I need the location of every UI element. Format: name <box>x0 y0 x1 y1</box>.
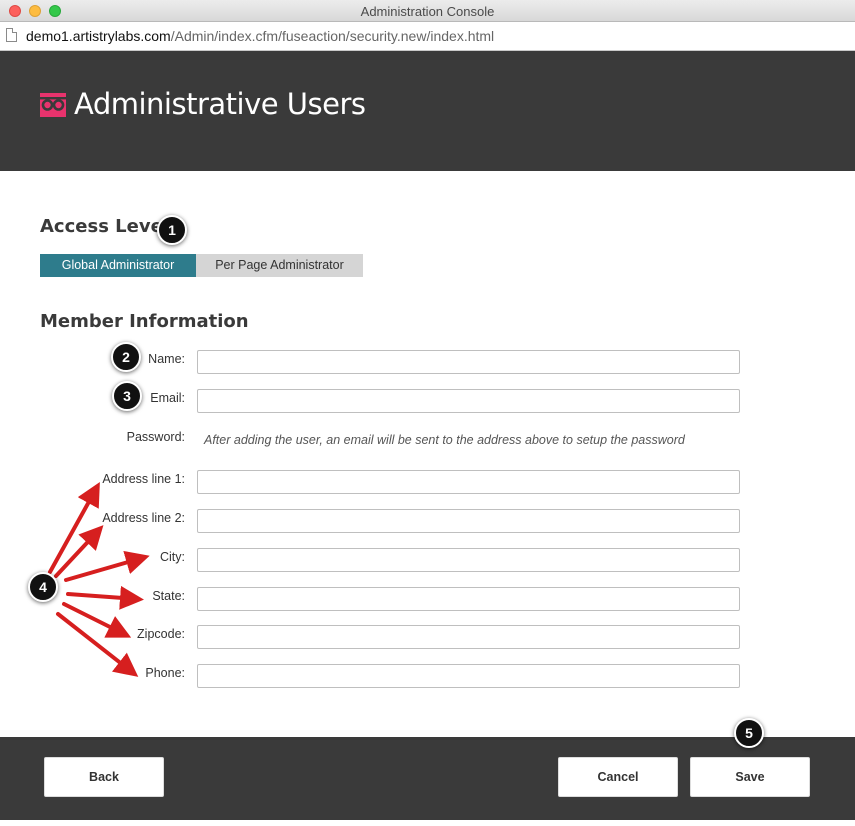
address-line-2-field[interactable] <box>197 509 740 533</box>
state-field[interactable] <box>197 587 740 611</box>
address-line-2-label: Address line 2: <box>102 511 185 525</box>
member-information-heading: Member Information <box>40 311 249 332</box>
back-button[interactable]: Back <box>44 757 164 797</box>
page-title: Administrative Users <box>74 87 366 121</box>
city-label: City: <box>160 550 185 564</box>
name-label: Name: <box>148 352 185 366</box>
cancel-button[interactable]: Cancel <box>558 757 678 797</box>
global-administrator-option[interactable]: Global Administrator <box>40 254 196 277</box>
phone-field[interactable] <box>197 664 740 688</box>
city-field[interactable] <box>197 548 740 572</box>
address-line-1-field[interactable] <box>197 470 740 494</box>
page-icon <box>6 28 17 42</box>
app-header: Administrative Users <box>0 51 855 171</box>
password-note: After adding the user, an email will be … <box>204 433 685 447</box>
bottom-edge <box>0 820 855 826</box>
window-title: Administration Console <box>360 4 495 19</box>
callout-3: 3 <box>112 381 142 411</box>
url-path: /Admin/index.cfm/fuseaction/security.new… <box>170 28 495 44</box>
password-label: Password: <box>126 430 185 444</box>
email-field[interactable] <box>197 389 740 413</box>
callout-1: 1 <box>157 215 187 245</box>
url-text[interactable]: demo1.artistrylabs.com/Admin/index.cfm/f… <box>26 28 494 44</box>
name-field[interactable] <box>197 350 740 374</box>
address-bar[interactable]: demo1.artistrylabs.com/Admin/index.cfm/f… <box>0 22 855 51</box>
per-page-administrator-option[interactable]: Per Page Administrator <box>196 254 363 277</box>
zipcode-label: Zipcode: <box>137 627 185 641</box>
arrow-to-phone <box>56 612 139 677</box>
link-infinity-icon <box>40 93 66 117</box>
access-level-heading: Access Level <box>40 216 169 237</box>
phone-label: Phone: <box>145 666 185 680</box>
email-label: Email: <box>150 391 185 405</box>
callout-5: 5 <box>734 718 764 748</box>
window-titlebar: Administration Console <box>0 0 855 22</box>
save-button[interactable]: Save <box>690 757 810 797</box>
callout-2: 2 <box>111 342 141 372</box>
zipcode-field[interactable] <box>197 625 740 649</box>
callout-4: 4 <box>28 572 58 602</box>
url-host: demo1.artistrylabs.com <box>26 28 171 44</box>
address-line-1-label: Address line 1: <box>102 472 185 486</box>
form-footer: Back Cancel Save <box>0 737 855 820</box>
access-level-toggle: Global Administrator Per Page Administra… <box>40 254 363 277</box>
state-label: State: <box>152 589 185 603</box>
